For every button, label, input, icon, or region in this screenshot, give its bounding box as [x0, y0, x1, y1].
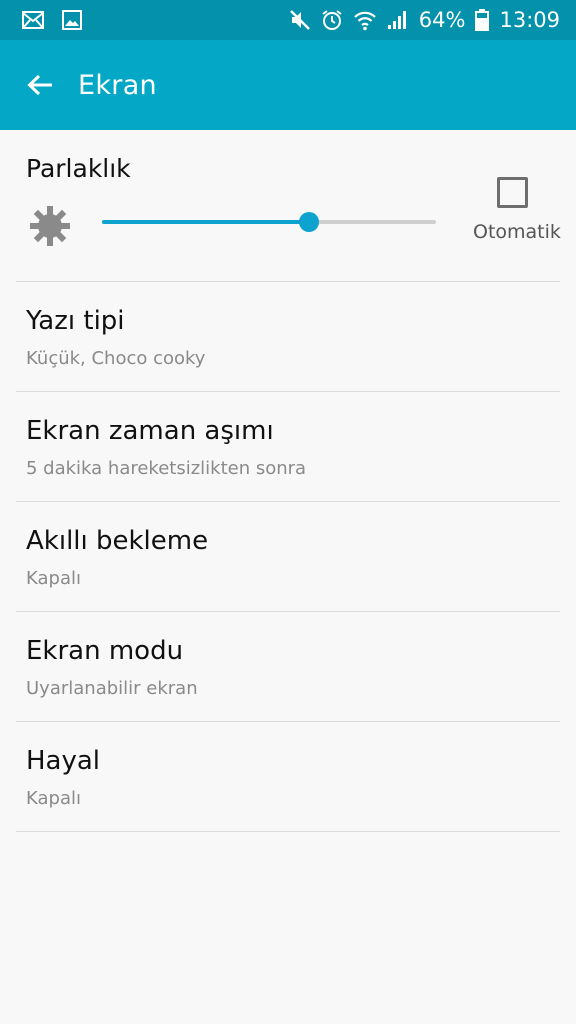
- auto-brightness-label: Otomatik: [473, 221, 561, 243]
- setting-subtitle: Uyarlanabilir ekran: [26, 678, 198, 699]
- clock: 13:09: [499, 8, 560, 32]
- slider-thumb[interactable]: [299, 212, 320, 232]
- page-title: Ekran: [78, 69, 157, 101]
- setting-subtitle: Kapalı: [26, 568, 81, 589]
- auto-brightness-toggle[interactable]: Otomatik: [473, 177, 561, 243]
- status-bar: 64% 13:09: [0, 0, 576, 40]
- setting-subtitle: 5 dakika hareketsizlikten sonra: [26, 458, 307, 479]
- slider-fill: [102, 220, 310, 224]
- setting-title: Ekran zaman aşımı: [26, 416, 274, 446]
- battery-percent: 64%: [418, 8, 466, 32]
- signal-icon: [387, 10, 409, 30]
- setting-title: Ekran modu: [26, 636, 184, 666]
- email-icon: [22, 11, 44, 29]
- setting-font[interactable]: Yazı tipi Küçük, Choco cooky: [16, 282, 560, 392]
- setting-title: Akıllı bekleme: [26, 526, 209, 556]
- brightness-section: Parlaklık Otomatik: [16, 130, 561, 282]
- setting-title: Yazı tipi: [26, 306, 125, 336]
- mute-icon: [289, 9, 311, 31]
- setting-daydream[interactable]: Hayal Kapalı: [16, 722, 560, 832]
- alarm-icon: [321, 9, 343, 31]
- app-bar: Ekran: [0, 40, 576, 130]
- image-icon: [62, 10, 82, 30]
- brightness-title: Parlaklık: [26, 154, 131, 183]
- setting-screen-mode[interactable]: Ekran modu Uyarlanabilir ekran: [16, 612, 560, 722]
- setting-title: Hayal: [26, 746, 101, 776]
- auto-brightness-checkbox[interactable]: [496, 177, 528, 208]
- arrow-left-icon: [27, 74, 52, 96]
- back-button[interactable]: [24, 69, 56, 101]
- setting-screen-timeout[interactable]: Ekran zaman aşımı 5 dakika hareketsizlik…: [16, 392, 560, 502]
- setting-smart-stay[interactable]: Akıllı bekleme Kapalı: [16, 502, 560, 612]
- battery-icon: [475, 9, 490, 31]
- status-left: [22, 10, 82, 30]
- brightness-sun-icon: [28, 204, 72, 252]
- setting-subtitle: Küçük, Choco cooky: [26, 348, 206, 369]
- status-right: 64% 13:09: [289, 8, 560, 32]
- wifi-icon: [353, 9, 377, 31]
- setting-subtitle: Kapalı: [26, 788, 81, 809]
- brightness-slider[interactable]: [102, 210, 436, 234]
